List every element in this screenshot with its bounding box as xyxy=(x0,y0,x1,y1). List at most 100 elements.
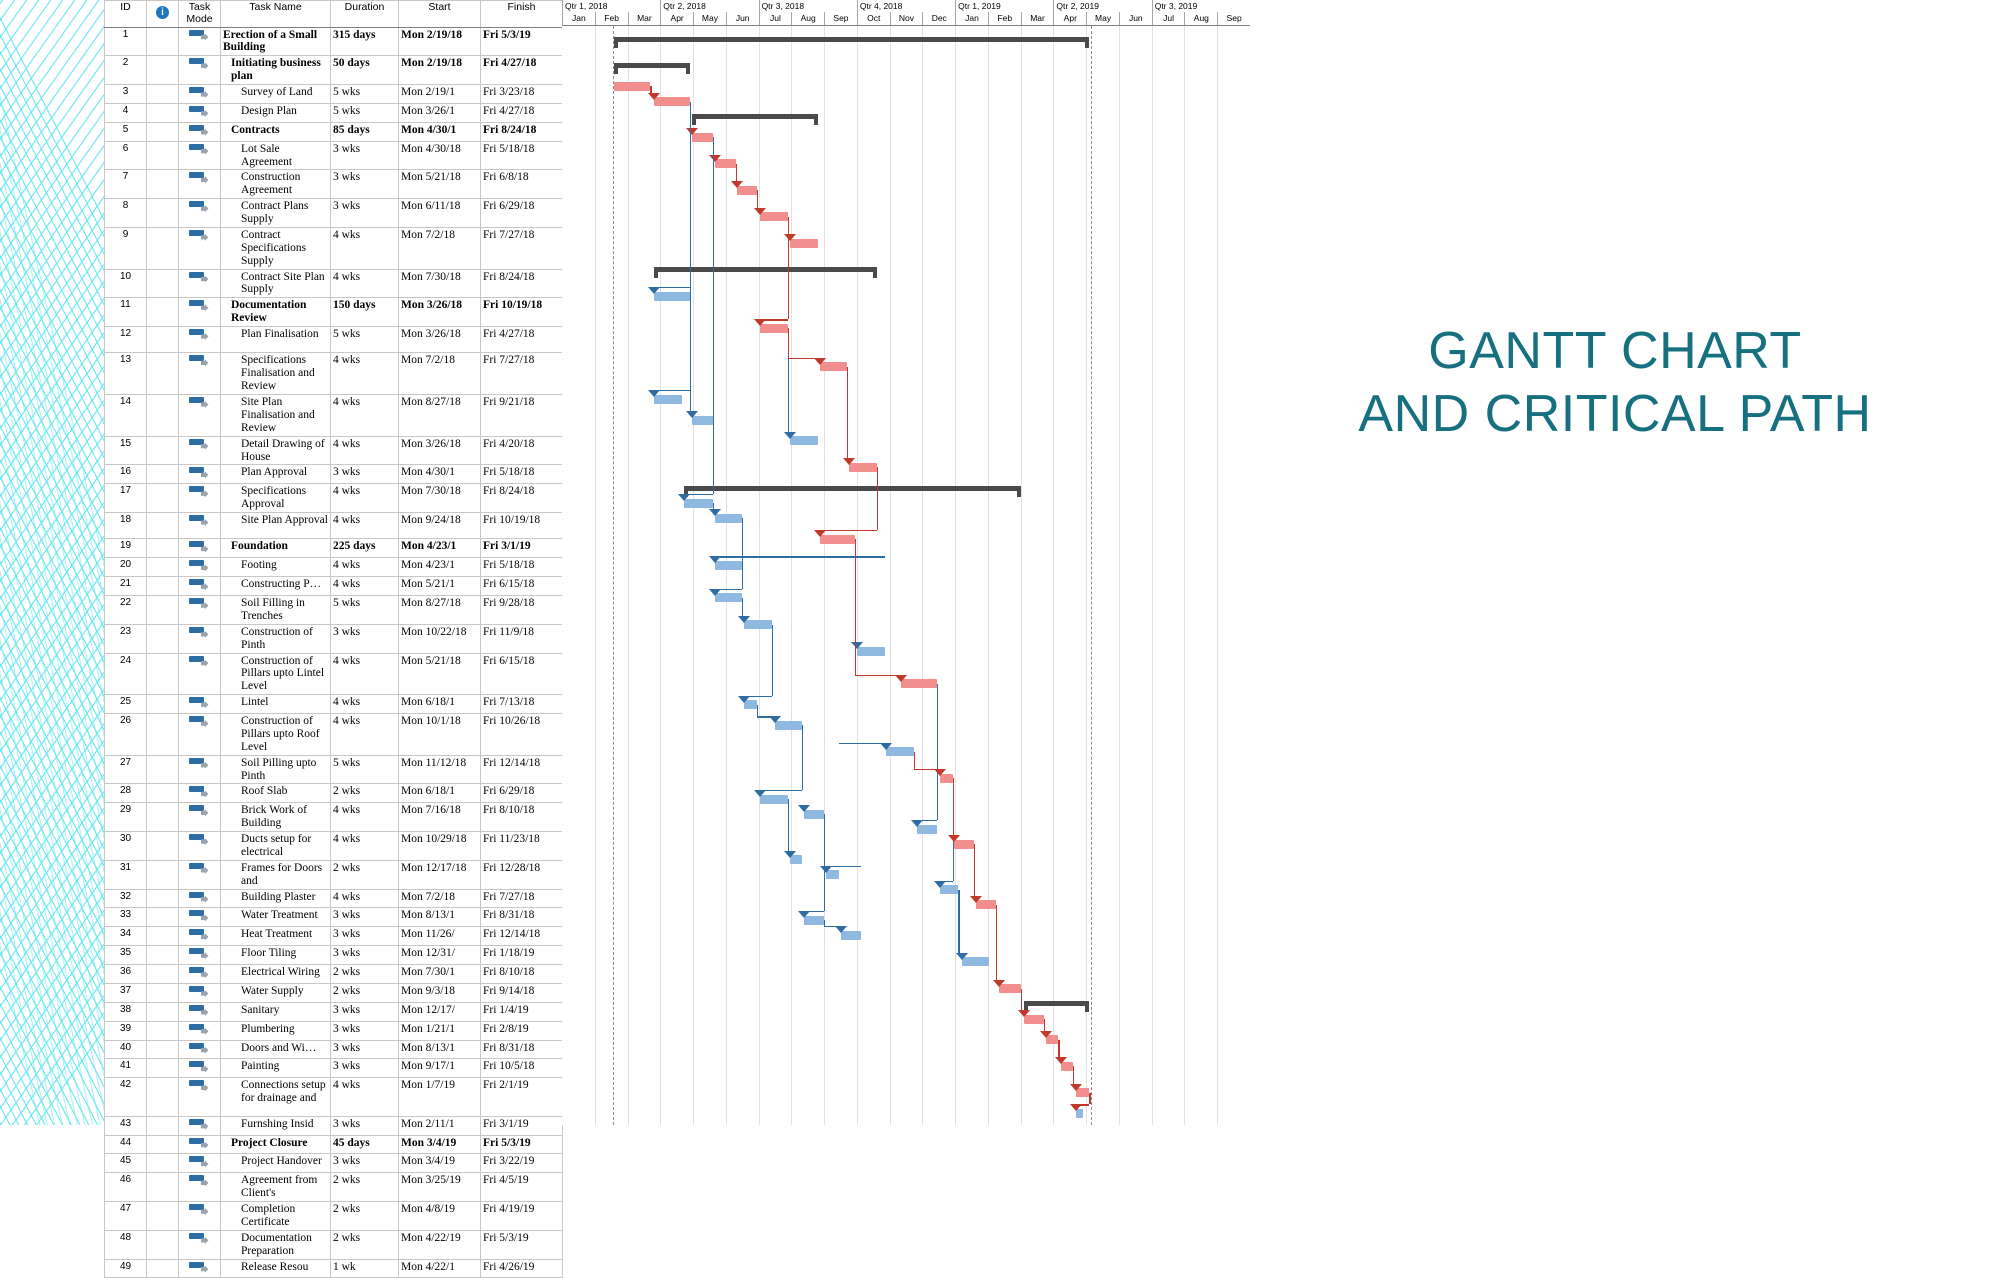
duration-cell[interactable]: 2 wks xyxy=(330,982,399,1003)
table-row[interactable]: 12 Plan Finalisation 5 wks Mon 3/26/18 Fri 4… xyxy=(104,325,563,354)
duration-cell[interactable]: 4 wks xyxy=(330,713,399,756)
duration-cell[interactable]: 1 wk xyxy=(330,1258,399,1278)
duration-cell[interactable]: 2 wks xyxy=(330,1229,399,1260)
finish-date-cell[interactable]: Fri 3/23/18 xyxy=(480,84,563,104)
start-date-cell[interactable]: Mon 3/25/19 xyxy=(398,1172,481,1203)
task-mode-cell[interactable] xyxy=(178,1172,221,1203)
task-name-cell[interactable]: Connections setup for drainage and xyxy=(220,1077,331,1117)
finish-date-cell[interactable]: Fri 1/18/19 xyxy=(480,945,563,966)
task-mode-cell[interactable] xyxy=(178,907,221,928)
table-row[interactable]: 21 Constructing P… 4 wks Mon 5/21/1 Fri 6/15… xyxy=(104,576,563,597)
task-name-cell[interactable]: Specifications Approval xyxy=(220,483,331,514)
table-row[interactable]: 46 Agreement from Client's 2 wks Mon 3/25/1… xyxy=(104,1172,563,1203)
start-date-cell[interactable]: Mon 10/22/18 xyxy=(398,623,481,654)
start-date-cell[interactable]: Mon 4/23/1 xyxy=(398,557,481,578)
table-row[interactable]: 44 Project Closure 45 days Mon 3/4/19 Fri 5/… xyxy=(104,1134,563,1155)
start-date-cell[interactable]: Mon 12/17/ xyxy=(398,1001,481,1022)
header-id[interactable]: ID xyxy=(104,0,147,28)
gantt-summary-bar[interactable] xyxy=(684,485,1021,491)
task-name-cell[interactable]: Lintel xyxy=(220,694,331,715)
task-mode-cell[interactable] xyxy=(178,964,221,984)
task-mode-cell[interactable] xyxy=(178,802,221,833)
duration-cell[interactable]: 5 wks xyxy=(330,595,399,625)
duration-cell[interactable]: 3 wks xyxy=(330,1001,399,1022)
finish-date-cell[interactable]: Fri 8/24/18 xyxy=(480,483,563,514)
table-row[interactable]: 35 Floor Tiling 3 wks Mon 12/31/Fri 1/18/19 xyxy=(104,945,563,966)
start-date-cell[interactable]: Mon 4/22/19 xyxy=(398,1229,481,1260)
task-mode-cell[interactable] xyxy=(178,595,221,625)
finish-date-cell[interactable]: Fri 9/28/18 xyxy=(480,595,563,625)
task-mode-cell[interactable] xyxy=(178,623,221,654)
finish-date-cell[interactable]: Fri 7/27/18 xyxy=(480,352,563,396)
duration-cell[interactable]: 50 days xyxy=(330,55,399,85)
finish-date-cell[interactable]: Fri 6/8/18 xyxy=(480,169,563,200)
task-mode-cell[interactable] xyxy=(178,297,221,327)
table-row[interactable]: 19 Foundation 225 days Mon 4/23/1 Fri 3/1/19 xyxy=(104,538,563,559)
header-duration[interactable]: Duration xyxy=(330,0,399,28)
duration-cell[interactable]: 4 wks xyxy=(330,802,399,833)
start-date-cell[interactable]: Mon 3/26/18 xyxy=(398,297,481,327)
start-date-cell[interactable]: Mon 6/18/1 xyxy=(398,783,481,804)
table-row[interactable]: 23 Construction of Pinth 3 wks Mon 10/22/18… xyxy=(104,623,563,654)
duration-cell[interactable]: 225 days xyxy=(330,538,399,559)
finish-date-cell[interactable]: Fri 4/20/18 xyxy=(480,435,563,466)
finish-date-cell[interactable]: Fri 4/26/19 xyxy=(480,1258,563,1278)
task-name-cell[interactable]: Painting xyxy=(220,1058,331,1079)
table-row[interactable]: 4 Design Plan 5 wks Mon 3/26/1 Fri 4/27/18 xyxy=(104,102,563,123)
task-name-cell[interactable]: Initiating business plan xyxy=(220,55,331,85)
start-date-cell[interactable]: Mon 1/7/19 xyxy=(398,1077,481,1117)
finish-date-cell[interactable]: Fri 5/18/18 xyxy=(480,464,563,485)
task-name-cell[interactable]: Contract Specifications Supply xyxy=(220,226,331,270)
finish-date-cell[interactable]: Fri 10/5/18 xyxy=(480,1058,563,1079)
start-date-cell[interactable]: Mon 3/26/18 xyxy=(398,435,481,466)
start-date-cell[interactable]: Mon 5/21/1 xyxy=(398,576,481,597)
start-date-cell[interactable]: Mon 2/19/18 xyxy=(398,26,481,57)
task-mode-cell[interactable] xyxy=(178,1201,221,1231)
task-mode-cell[interactable] xyxy=(178,26,221,57)
start-date-cell[interactable]: Mon 3/4/19 xyxy=(398,1153,481,1174)
start-date-cell[interactable]: Mon 3/4/19 xyxy=(398,1134,481,1155)
header-task-name[interactable]: Task Name xyxy=(220,0,331,28)
duration-cell[interactable]: 4 wks xyxy=(330,557,399,578)
finish-date-cell[interactable]: Fri 5/3/19 xyxy=(480,26,563,57)
gantt-summary-bar[interactable] xyxy=(614,63,690,69)
start-date-cell[interactable]: Mon 11/26/ xyxy=(398,926,481,947)
gantt-bars-area[interactable] xyxy=(562,26,1250,1125)
task-mode-cell[interactable] xyxy=(178,926,221,947)
duration-cell[interactable]: 2 wks xyxy=(330,1201,399,1231)
task-mode-cell[interactable] xyxy=(178,1134,221,1155)
start-date-cell[interactable]: Mon 1/21/1 xyxy=(398,1020,481,1041)
task-mode-cell[interactable] xyxy=(178,557,221,578)
table-row[interactable]: 28 Roof Slab 2 wks Mon 6/18/1 Fri 6/29/18 xyxy=(104,783,563,804)
finish-date-cell[interactable]: Fri 7/13/18 xyxy=(480,694,563,715)
finish-date-cell[interactable]: Fri 4/27/18 xyxy=(480,55,563,85)
start-date-cell[interactable]: Mon 7/2/18 xyxy=(398,352,481,396)
start-date-cell[interactable]: Mon 6/18/1 xyxy=(398,694,481,715)
start-date-cell[interactable]: Mon 12/31/ xyxy=(398,945,481,966)
start-date-cell[interactable]: Mon 3/26/1 xyxy=(398,102,481,123)
table-row[interactable]: 14 Site Plan Finalisation and Review 4 wks… xyxy=(104,394,563,437)
duration-cell[interactable]: 3 wks xyxy=(330,169,399,200)
start-date-cell[interactable]: Mon 4/30/1 xyxy=(398,464,481,485)
finish-date-cell[interactable]: Fri 2/1/19 xyxy=(480,1077,563,1117)
table-row[interactable]: 41 Painting 3 wks Mon 9/17/1 Fri 10/5/18 xyxy=(104,1058,563,1079)
task-name-cell[interactable]: Plan Approval xyxy=(220,464,331,485)
start-date-cell[interactable]: Mon 9/3/18 xyxy=(398,982,481,1003)
start-date-cell[interactable]: Mon 9/24/18 xyxy=(398,512,481,540)
task-mode-cell[interactable] xyxy=(178,1229,221,1260)
task-name-cell[interactable]: Specifications Finalisation and Review xyxy=(220,352,331,396)
task-mode-cell[interactable] xyxy=(178,55,221,85)
finish-date-cell[interactable]: Fri 6/29/18 xyxy=(480,783,563,804)
finish-date-cell[interactable]: Fri 6/29/18 xyxy=(480,198,563,228)
task-name-cell[interactable]: Documentation Preparation xyxy=(220,1229,331,1260)
task-name-cell[interactable]: Survey of Land xyxy=(220,84,331,104)
task-mode-cell[interactable] xyxy=(178,352,221,396)
duration-cell[interactable]: 4 wks xyxy=(330,512,399,540)
table-row[interactable]: 13 Specifications Finalisation and Review… xyxy=(104,352,563,396)
finish-date-cell[interactable]: Fri 5/3/19 xyxy=(480,1229,563,1260)
task-mode-cell[interactable] xyxy=(178,888,221,909)
task-mode-cell[interactable] xyxy=(178,1258,221,1278)
task-mode-cell[interactable] xyxy=(178,652,221,696)
finish-date-cell[interactable]: Fri 12/14/18 xyxy=(480,754,563,785)
task-name-cell[interactable]: Building Plaster xyxy=(220,888,331,909)
